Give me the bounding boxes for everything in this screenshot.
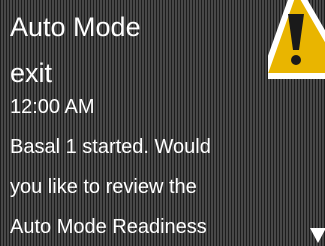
alert-title: Auto Mode [10,12,141,42]
alert-screen: Auto Mode exit 12:00 AM Basal 1 started.… [0,0,325,246]
alert-time: 12:00 AM [10,96,95,118]
alert-message-line: Basal 1 started. Would [10,136,211,158]
alert-message-line: Auto Mode Readiness [10,216,207,238]
warning-triangle-icon [268,0,325,79]
alert-subtitle: exit [10,58,53,88]
scroll-down-arrow-icon[interactable] [310,228,325,243]
alert-message-line: you like to review the [10,176,197,198]
